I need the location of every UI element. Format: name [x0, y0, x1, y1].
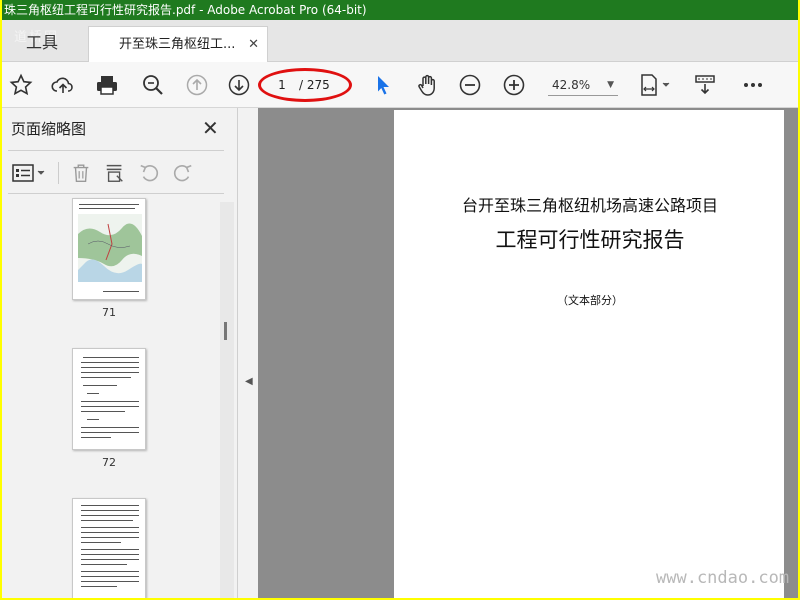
rotate-left-icon[interactable] — [138, 162, 162, 186]
doc-title-line2: 工程可行性研究报告 — [495, 228, 685, 252]
scrollbar-grip[interactable] — [224, 322, 227, 340]
select-arrow-icon[interactable] — [370, 72, 396, 98]
thumbnail-options-icon[interactable] — [12, 162, 48, 186]
tab-close-icon[interactable]: ✕ — [248, 27, 259, 63]
thumbnail-pane: 页面缩略图 ✕ 71 72 — [2, 108, 238, 598]
rotate-right-icon[interactable] — [172, 162, 196, 186]
thumbnail-label: 71 — [102, 306, 116, 319]
collapse-pane-icon[interactable]: ◀ — [245, 376, 253, 387]
star-icon[interactable] — [8, 72, 34, 98]
extract-pages-icon[interactable] — [104, 162, 128, 186]
acrobat-window: 珠三角枢纽工程可行性研究报告.pdf - Adobe Acrobat Pro (… — [2, 0, 798, 598]
thumbnail-page-72[interactable] — [72, 348, 146, 450]
tab-bar: 道桥网 工具 开至珠三角枢纽工... ✕ — [2, 20, 798, 63]
document-view[interactable]: 台开至珠三角枢纽机场高速公路项目 工程可行性研究报告 （文本部分） — [258, 108, 798, 598]
chevron-down-icon: ▼ — [607, 80, 614, 90]
pane-collapse-strip[interactable] — [238, 108, 258, 598]
document-scrollbar[interactable] — [784, 108, 798, 598]
thumbnail-page-71[interactable] — [72, 198, 146, 300]
window-title-bar: 珠三角枢纽工程可行性研究报告.pdf - Adobe Acrobat Pro (… — [2, 0, 798, 20]
trash-icon[interactable] — [70, 162, 94, 186]
print-icon[interactable] — [94, 72, 120, 98]
page-up-icon[interactable] — [184, 72, 210, 98]
cloud-upload-icon[interactable] — [50, 72, 76, 98]
hand-icon[interactable] — [414, 72, 440, 98]
zoom-value: 42.8% — [552, 78, 591, 92]
zoom-in-icon[interactable] — [501, 72, 527, 98]
zoom-out-icon[interactable] — [457, 72, 483, 98]
thumbnail-page-73[interactable] — [72, 498, 146, 598]
window-title: 珠三角枢纽工程可行性研究报告.pdf - Adobe Acrobat Pro (… — [4, 3, 367, 17]
page-down-icon[interactable] — [226, 72, 252, 98]
zoom-search-icon[interactable] — [140, 72, 166, 98]
pdf-page: 台开至珠三角枢纽机场高速公路项目 工程可行性研究报告 （文本部分） — [394, 110, 786, 598]
red-annotation-ellipse — [258, 68, 352, 102]
pane-toolbar-divider — [58, 162, 59, 184]
page-fit-icon[interactable] — [636, 72, 676, 98]
thumbnail-list: 71 72 — [2, 196, 220, 598]
pane-divider — [8, 150, 224, 151]
doc-title-line1: 台开至珠三角枢纽机场高速公路项目 — [461, 196, 718, 215]
thumbnail-scrollbar[interactable] — [220, 202, 234, 598]
tab-document[interactable]: 开至珠三角枢纽工... ✕ — [88, 26, 268, 63]
watermark-bottom: www.cndao.com — [656, 568, 790, 588]
pane-toolbar — [8, 156, 224, 190]
pane-title: 页面缩略图 — [11, 120, 87, 138]
scroll-mode-icon[interactable] — [692, 72, 718, 98]
tab-tools[interactable]: 工具 — [2, 20, 88, 62]
thumbnail-label: 72 — [102, 456, 116, 469]
more-icon[interactable] — [740, 72, 766, 98]
tab-document-label: 开至珠三角枢纽工... — [119, 37, 236, 52]
doc-subtitle: （文本部分） — [557, 294, 623, 307]
zoom-dropdown[interactable]: 42.8% ▼ — [548, 74, 618, 96]
pane-close-icon[interactable]: ✕ — [202, 116, 219, 140]
main-toolbar: 1 / 275 42.8% ▼ — [2, 62, 798, 108]
pane-divider-2 — [8, 193, 224, 194]
